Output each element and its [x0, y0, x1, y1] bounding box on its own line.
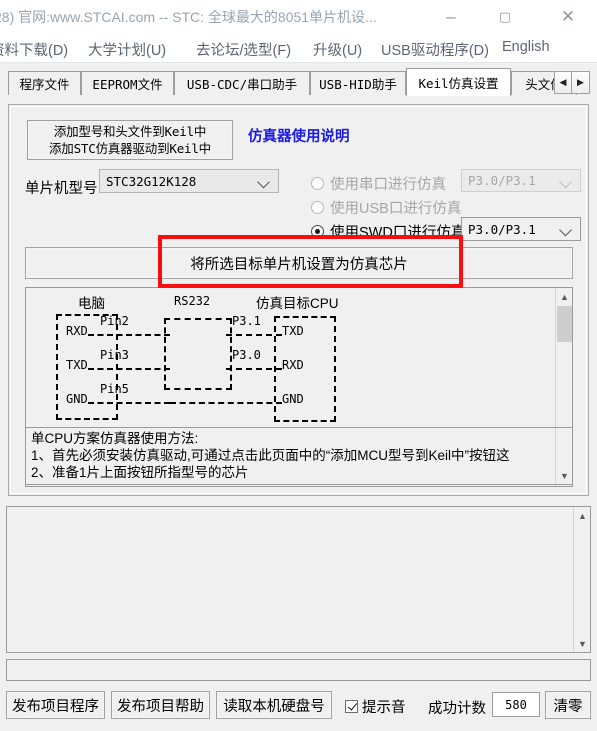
set-as-emulation-chip-button[interactable]: 将所选目标单片机设置为仿真芯片 — [25, 247, 573, 279]
diagram-right-pin-2: GND — [282, 392, 304, 406]
tab-3[interactable]: USB-HID助手 — [310, 71, 406, 95]
radio-swd-dot — [311, 225, 324, 238]
tab-strip: 头文件 Keil仿真设置 USB-HID助手 USB-CDC/串口助手 EEPROM文件… — [0, 64, 597, 104]
beep-checkbox[interactable]: 提示音 — [345, 696, 406, 717]
tab-1[interactable]: EEPROM文件 — [81, 71, 174, 95]
add-to-keil-button[interactable]: 添加型号和头文件到Keil中 添加STC仿真器驱动到Keil中 — [27, 120, 233, 160]
maximize-icon: ▢ — [498, 8, 512, 24]
output-scrollbar[interactable]: ▲ ▼ — [573, 507, 590, 652]
publish-program-button[interactable]: 发布项目程序 — [6, 691, 105, 719]
radio-swd-label: 使用SWD口进行仿真 — [330, 225, 466, 241]
window-title: 28) 官网:www.STCAI.com -- STC: 全球最大的8051单片… — [0, 9, 377, 25]
mcu-model-dropdown[interactable]: STC32G12K128 — [99, 169, 279, 193]
radio-uart-dot — [311, 177, 324, 190]
status-field[interactable] — [6, 659, 591, 681]
diagram-wire-label-2: Pin5 — [100, 382, 129, 396]
tab-scroll-left-button[interactable]: ◀ — [554, 71, 572, 94]
menu-item-3[interactable]: 升级(U) — [313, 39, 362, 60]
scroll-up-icon[interactable]: ▲ — [556, 288, 572, 305]
radio-use-usb[interactable]: 使用USB口进行仿真 — [311, 197, 461, 218]
diagram-right-wire-label-0: P3.1 — [232, 314, 261, 328]
diagram-wire-label-1: Pin3 — [100, 348, 129, 362]
tab-scroll-right-button[interactable]: ▶ — [572, 71, 590, 94]
add-to-keil-line2: 添加STC仿真器驱动到Keil中 — [49, 141, 211, 156]
scroll-up-icon[interactable]: ▲ — [574, 507, 590, 524]
swd-pin-dropdown[interactable]: P3.0/P3.1 — [461, 217, 581, 241]
diagram-rs232-box — [164, 318, 232, 390]
publish-help-button[interactable]: 发布项目帮助 — [111, 691, 210, 719]
diagram-wire-gnd — [170, 402, 282, 404]
menu-item-5[interactable]: English — [502, 39, 550, 55]
menu-item-1[interactable]: 大学计划(U) — [88, 39, 166, 60]
menu-item-4[interactable]: USB驱动程序(D) — [381, 39, 489, 60]
diagram-wire-pin5 — [88, 402, 170, 404]
diagram-wire-pin3 — [88, 368, 170, 370]
chevron-down-icon — [259, 178, 270, 185]
tab-4[interactable]: Keil仿真设置 — [406, 68, 511, 96]
instructions-box[interactable]: 单CPU方案仿真器使用方法: 1、首先必须安装仿真驱动,可通过点击此页面中的“添… — [25, 427, 573, 485]
close-button[interactable]: ✕ — [545, 0, 591, 32]
maximize-button[interactable]: ▢ — [482, 0, 528, 32]
chevron-down-icon — [561, 226, 572, 233]
menu-bar: 资料下载(D) 大学计划(U) 去论坛/选型(F) 升级(U) USB驱动程序(D) En… — [0, 33, 597, 63]
diagram-scrollbar-thumb[interactable] — [557, 306, 572, 342]
radio-usb-label: 使用USB口进行仿真 — [330, 201, 462, 217]
uart-pin-value: P3.0/P3.1 — [468, 173, 536, 188]
diagram-left-pin-0: RXD — [66, 324, 88, 338]
mcu-model-value: STC32G12K128 — [106, 173, 197, 189]
read-disk-id-button[interactable]: 读取本机硬盘号 — [216, 691, 332, 719]
diagram-left-pin-1: TXD — [66, 358, 88, 372]
diagram-wire-p30 — [226, 368, 282, 370]
scroll-down-icon[interactable]: ▼ — [574, 635, 590, 652]
panel-inner-border: 添加型号和头文件到Keil中 添加STC仿真器驱动到Keil中 仿真器使用说明 … — [10, 106, 587, 494]
minimize-icon: – — [446, 6, 456, 26]
instructions-scrollbar[interactable]: ▼ — [555, 428, 572, 484]
add-to-keil-line1: 添加型号和头文件到Keil中 — [53, 124, 207, 139]
menu-item-2[interactable]: 去论坛/选型(F) — [196, 39, 291, 60]
output-log-box[interactable]: ▲ ▼ — [6, 506, 591, 653]
uart-pin-dropdown[interactable]: P3.0/P3.1 — [461, 169, 581, 192]
radio-use-uart[interactable]: 使用串口进行仿真 — [311, 173, 446, 194]
diagram-rs232-label: RS232 — [174, 294, 211, 308]
radio-usb-dot — [311, 201, 324, 214]
diagram-target-cpu-label: 仿真目标CPU — [256, 296, 339, 311]
beep-label: 提示音 — [362, 700, 406, 716]
diagram-right-pin-0: TXD — [282, 324, 304, 338]
chevron-down-icon — [561, 177, 572, 184]
diagram-wire-p31 — [226, 334, 282, 336]
tab-0[interactable]: 程序文件 — [8, 71, 81, 95]
clear-counter-button[interactable]: 清零 — [545, 691, 591, 719]
minimize-button[interactable]: – — [428, 0, 474, 32]
bottom-toolbar: 发布项目程序 发布项目帮助 读取本机硬盘号 提示音 成功计数 580 清零 — [0, 686, 597, 731]
success-count-field[interactable]: 580 — [492, 692, 540, 717]
diagram-right-pin-1: RXD — [282, 358, 304, 372]
radio-uart-label: 使用串口进行仿真 — [330, 177, 446, 193]
tab-scroll-spinner[interactable]: ◀ ▶ — [554, 71, 590, 94]
tab-2[interactable]: USB-CDC/串口助手 — [174, 71, 310, 95]
mcu-model-label: 单片机型号 — [25, 181, 98, 197]
diagram-left-pin-2: GND — [66, 392, 88, 406]
instructions-text: 单CPU方案仿真器使用方法: 1、首先必须安装仿真驱动,可通过点击此页面中的“添… — [31, 431, 510, 480]
scroll-down-icon[interactable]: ▼ — [556, 467, 572, 484]
diagram-wire-pin2 — [88, 334, 170, 336]
swd-pin-value: P3.0/P3.1 — [468, 221, 536, 237]
emulator-help-link[interactable]: 仿真器使用说明 — [248, 125, 350, 146]
stc-isp-window: 28) 官网:www.STCAI.com -- STC: 全球最大的8051单片… — [0, 0, 597, 731]
menu-item-0[interactable]: 资料下载(D) — [0, 39, 68, 60]
close-icon: ✕ — [560, 6, 576, 26]
success-count-label: 成功计数 — [428, 701, 486, 717]
diagram-computer-label: 电脑 — [78, 296, 105, 311]
diagram-right-wire-label-1: P3.0 — [232, 348, 261, 362]
radio-use-swd[interactable]: 使用SWD口进行仿真 — [311, 221, 465, 242]
checkbox-icon — [345, 700, 358, 713]
keil-emulation-settings-panel: 添加型号和头文件到Keil中 添加STC仿真器驱动到Keil中 仿真器使用说明 … — [8, 104, 589, 496]
title-bar: 28) 官网:www.STCAI.com -- STC: 全球最大的8051单片… — [0, 0, 597, 33]
diagram-wire-label-0: Pin2 — [100, 314, 129, 328]
